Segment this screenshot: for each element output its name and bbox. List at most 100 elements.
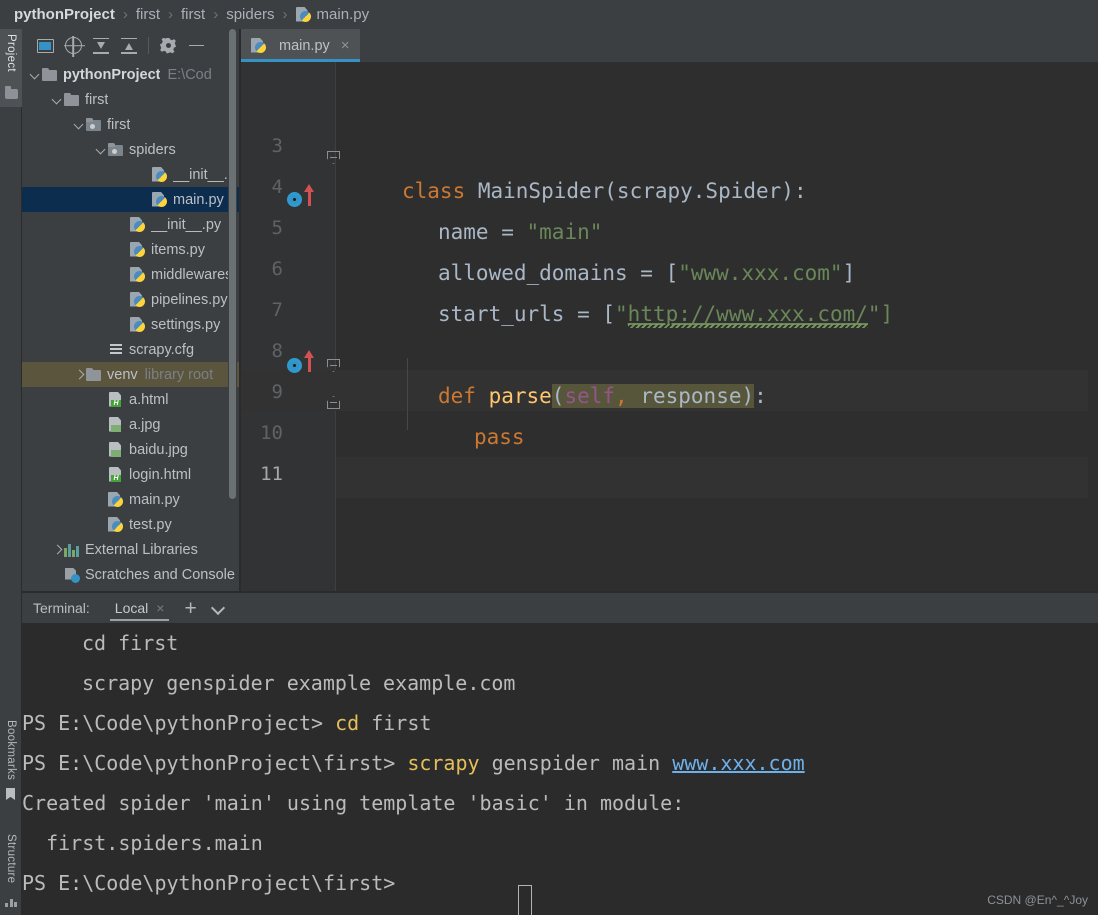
chevron-down-icon[interactable]	[94, 143, 108, 157]
terminal-link[interactable]: www.xxx.com	[672, 751, 804, 775]
tree-row-label: spiders	[129, 141, 176, 158]
chevron-down-icon[interactable]	[72, 118, 86, 132]
run-gutter-icon[interactable]	[287, 358, 302, 373]
tree-row-label: a.html	[129, 391, 169, 408]
tree-row[interactable]: Scratches and Console	[22, 562, 239, 587]
tree-row-label: __init__.py	[151, 216, 222, 233]
terminal-text: scrapy genspider example example.com	[82, 671, 516, 695]
settings-button[interactable]	[154, 33, 182, 59]
tree-row[interactable]: External Libraries	[22, 537, 239, 562]
tree-row[interactable]: __init__.py	[22, 162, 239, 187]
tree-row[interactable]: main.py	[22, 187, 239, 212]
tree-row[interactable]: venv library root	[22, 362, 239, 387]
line-number-3: 3	[271, 135, 283, 157]
breadcrumb-item-project[interactable]: pythonProject	[14, 6, 115, 23]
close-icon[interactable]: ×	[156, 600, 164, 616]
tree-row-detail: library root	[144, 366, 214, 383]
new-terminal-button[interactable]: +	[174, 598, 206, 619]
tree-row[interactable]: spiders	[22, 137, 239, 162]
breadcrumb-item-first-inner[interactable]: first	[181, 6, 205, 23]
tree-row[interactable]: first	[22, 87, 239, 112]
tree-row[interactable]: __init__.py	[22, 212, 239, 237]
terminal-tab-local[interactable]: Local ×	[105, 593, 175, 623]
sidebar-item-project[interactable]: Project	[0, 29, 22, 107]
sidebar-item-bookmarks[interactable]: Bookmarks	[0, 715, 22, 807]
code-line-10: pass	[474, 424, 525, 449]
breadcrumb-item-first-outer[interactable]: first	[136, 6, 160, 23]
tree-row[interactable]: items.py	[22, 237, 239, 262]
tree-row-label: login.html	[129, 466, 192, 483]
project-tree-scrollbar[interactable]	[228, 29, 237, 558]
breadcrumb-item-mainpy[interactable]: main.py	[296, 6, 369, 23]
override-arrow-icon[interactable]	[304, 184, 315, 206]
tree-row[interactable]: pipelines.py	[22, 287, 239, 312]
chevron-down-icon[interactable]	[50, 93, 64, 107]
terminal-line: first.spiders.main	[22, 823, 263, 863]
terminal-text: PS E:\Code\pythonProject>	[22, 711, 336, 735]
terminal-line: PS E:\Code\pythonProject> cd first	[22, 703, 431, 743]
chevron-right-icon[interactable]	[72, 368, 86, 382]
url-literal[interactable]: http://www.xxx.com/	[627, 302, 869, 328]
source-folder-icon	[86, 118, 102, 131]
terminal-line: Created spider 'main' using template 'ba…	[22, 783, 684, 823]
terminal-tab-label: Local	[114, 600, 149, 616]
breadcrumb-item-spiders[interactable]: spiders	[226, 6, 274, 23]
python-file-icon	[251, 38, 266, 54]
tree-row[interactable]: Hlogin.html	[22, 462, 239, 487]
python-file-icon	[108, 517, 124, 533]
python-file-icon	[130, 242, 146, 258]
tree-row[interactable]: a.jpg	[22, 412, 239, 437]
tree-row-label: pythonProject	[63, 66, 161, 83]
external-libraries-icon	[64, 543, 80, 557]
code-line-5: name = "main"	[438, 219, 603, 244]
tree-row-label: middlewares	[151, 266, 233, 283]
sidebar-item-structure[interactable]: Structure	[0, 829, 22, 915]
tree-row[interactable]: middlewares	[22, 262, 239, 287]
tree-row[interactable]: pythonProject E:\Cod	[22, 62, 239, 87]
scroll-from-source-icon	[64, 37, 82, 54]
tab-main-py[interactable]: main.py ×	[241, 29, 360, 62]
code-line-4: class MainSpider(scrapy.Spider):	[402, 178, 807, 203]
hide-panel-button[interactable]	[182, 33, 210, 59]
run-gutter-icon[interactable]	[287, 192, 302, 207]
folder-icon	[42, 68, 58, 81]
tree-row[interactable]: scrapy.cfg	[22, 337, 239, 362]
terminal-line: scrapy genspider example example.com	[82, 663, 515, 703]
editor-scrollbar[interactable]	[1088, 95, 1098, 624]
tree-row[interactable]: main.py	[22, 487, 239, 512]
expand-all-button[interactable]	[87, 33, 115, 59]
terminal-title: Terminal:	[33, 600, 90, 616]
select-opened-file-button[interactable]	[31, 33, 59, 59]
tree-row-label: main.py	[129, 491, 180, 508]
tree-row[interactable]: settings.py	[22, 312, 239, 337]
chevron-down-icon[interactable]	[211, 601, 226, 616]
tree-row[interactable]: test.py	[22, 512, 239, 537]
tree-row[interactable]: Ha.html	[22, 387, 239, 412]
tree-row[interactable]: first	[22, 112, 239, 137]
python-file-icon	[152, 192, 168, 208]
close-icon[interactable]: ×	[341, 37, 350, 54]
terminal-line: cd first	[82, 623, 178, 663]
chevron-right-icon[interactable]	[50, 543, 64, 557]
expand-all-icon	[93, 37, 109, 54]
line-number-11: 11	[260, 463, 283, 485]
chevron-down-icon[interactable]	[28, 68, 42, 82]
tree-row[interactable]: baidu.jpg	[22, 437, 239, 462]
code-line-11	[336, 457, 1098, 498]
tree-row-label: a.jpg	[129, 416, 161, 433]
terminal-cursor	[518, 885, 532, 915]
scroll-from-source-button[interactable]	[59, 33, 87, 59]
editor-area: main.py × 3 4 5 6 7 8 9 10 11 class Main…	[241, 29, 1098, 624]
collapse-all-button[interactable]	[115, 33, 143, 59]
tree-row-label: pipelines.py	[151, 291, 228, 308]
project-tree[interactable]: pythonProject E:\Cod first first spiders __in…	[22, 62, 239, 591]
code-editor[interactable]: 3 4 5 6 7 8 9 10 11 class MainSpider(scr…	[241, 62, 1098, 624]
terminal-output[interactable]: PS E:\Code\pythonProject\first> first.sp…	[22, 623, 1098, 915]
folder-icon	[86, 368, 102, 381]
override-arrow-icon[interactable]	[304, 350, 315, 372]
